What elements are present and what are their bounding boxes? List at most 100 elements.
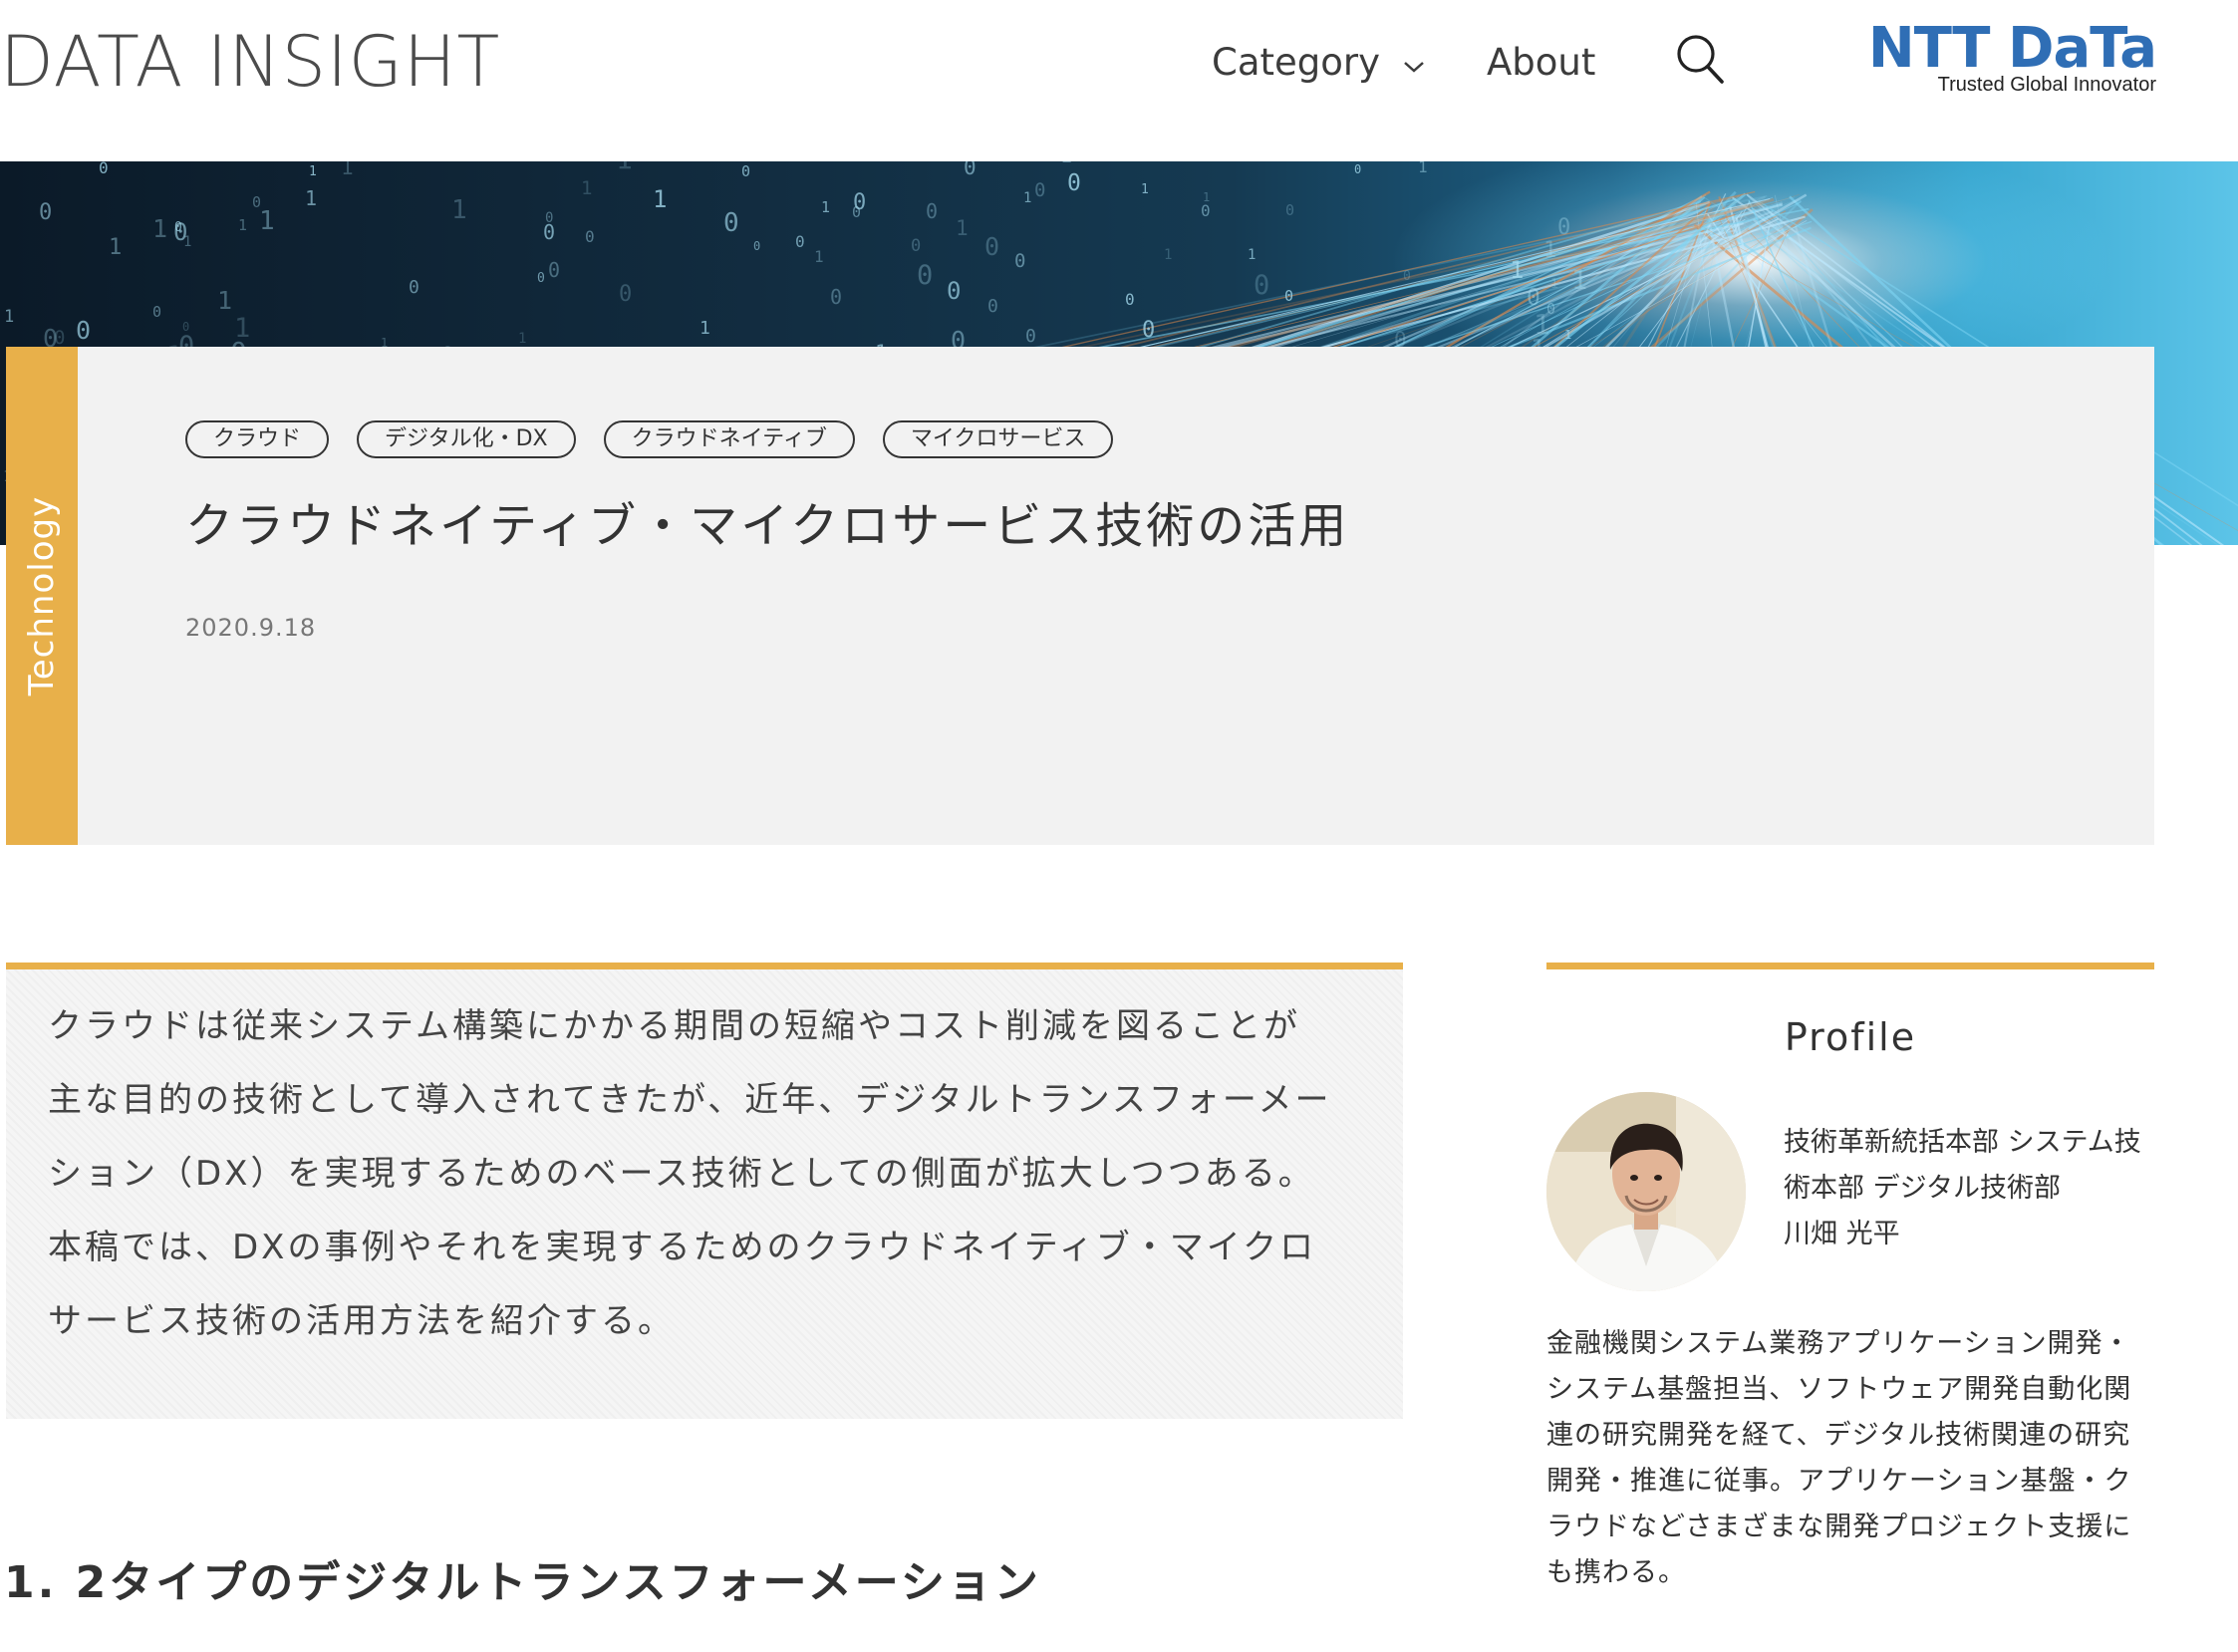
svg-text:0: 0 [99,161,109,177]
svg-text:1: 1 [518,331,526,347]
lead-line: クラウドは従来システム構築にかかる期間の短縮やコスト削減を図ることが [48,1006,1300,1046]
svg-text:1: 1 [956,216,969,240]
svg-text:0: 0 [1284,287,1293,305]
svg-text:0: 0 [152,303,161,321]
svg-text:1: 1 [1564,328,1571,342]
article-title: クラウドネイティブ・マイクロサービス技術の活用 [185,498,1350,554]
svg-text:0: 0 [947,277,961,305]
svg-text:0: 0 [1557,215,1570,240]
svg-text:0: 0 [1285,201,1294,219]
svg-text:0: 0 [987,296,998,317]
affiliation-line: 術本部 デジタル技術部 [1784,1173,2062,1204]
affiliation-line: 技術革新統括本部 システム技 [1784,1127,2141,1158]
svg-text:0: 0 [409,277,420,298]
svg-text:0: 0 [830,285,842,309]
svg-text:0: 0 [537,271,545,286]
bio-line: 開発・推進に従事。アプリケーション基盤・ク [1546,1466,2132,1497]
svg-text:0: 0 [853,190,866,215]
svg-text:0: 0 [1254,270,1269,301]
svg-text:0: 0 [76,316,91,345]
svg-text:0: 0 [1025,326,1036,347]
article-title-card: Technology クラウド デジタル化・DX クラウドネイティブ マイクロサ… [6,347,2154,845]
svg-text:0: 0 [1201,201,1211,220]
page: DATA INSIGHT Category About NTT DaTa Tru… [0,0,2238,1652]
section-heading: 1. 2タイプのデジタルトランスフォーメーション [4,1557,1041,1608]
svg-text:1: 1 [1023,190,1031,206]
svg-text:0: 0 [1142,318,1155,343]
svg-text:1: 1 [1571,265,1587,296]
svg-text:0: 0 [619,282,632,307]
tag-cloud[interactable]: クラウド [185,420,330,458]
svg-text:0: 0 [926,199,938,223]
svg-text:1: 1 [1418,161,1428,176]
svg-text:1: 1 [653,185,667,213]
svg-text:0: 0 [1067,170,1081,196]
svg-text:0: 0 [54,327,65,349]
svg-text:1: 1 [1543,238,1556,263]
tag-microservices[interactable]: マイクロサービス [882,420,1114,458]
svg-text:1: 1 [4,307,14,327]
svg-text:0: 0 [741,162,750,180]
search-icon[interactable] [1674,30,1726,86]
svg-text:0: 0 [964,161,977,179]
svg-text:1: 1 [238,216,247,234]
svg-text:1: 1 [217,286,232,315]
lead-line: サービス技術の活用方法を紹介する。 [48,1301,675,1341]
svg-text:0: 0 [1354,162,1361,176]
svg-text:0: 0 [984,232,999,261]
profile-affiliation: 技術革新統括本部 システム技 術本部 デジタル技術部 川畑 光平 [1784,1120,2162,1257]
lead-line: 本稿では、DXの事例やそれを実現するためのクラウドネイティブ・マイクロ [48,1228,1317,1267]
svg-text:0: 0 [548,258,560,282]
nav-about-link[interactable]: About [1487,34,1595,90]
category-sidebar: Technology [6,347,78,845]
svg-text:0: 0 [585,227,595,246]
svg-text:0: 0 [543,220,555,244]
publish-date: 2020.9.18 [185,614,317,642]
article-lead: クラウドは従来システム構築にかかる期間の短縮やコスト削減を図ることが 主な目的の… [6,963,1403,1419]
author-name: 川畑 光平 [1784,1219,1900,1249]
svg-text:0: 0 [723,208,739,238]
profile-bio: 金融機関システム業務アプリケーション開発・ システム基盤担当、ソフトウェア開発自… [1546,1321,2154,1596]
svg-text:0: 0 [911,236,921,256]
svg-text:1: 1 [305,186,317,210]
category-label[interactable]: Technology [22,496,62,695]
svg-text:0: 0 [753,239,760,253]
svg-text:1: 1 [1060,161,1072,167]
svg-text:1: 1 [1550,277,1558,292]
svg-text:0: 0 [917,260,933,291]
logo-wordmark: NTT DaTa [1867,16,2157,81]
svg-text:1: 1 [341,161,354,179]
svg-text:0: 0 [1403,269,1411,284]
profile-heading: Profile [1784,1015,1917,1059]
ntt-data-logo[interactable]: NTT DaTa Trusted Global Innovator [1868,18,2157,108]
svg-text:0: 0 [39,200,52,225]
site-brand-logo[interactable]: DATA INSIGHT [0,22,500,102]
svg-text:0: 0 [1014,250,1025,272]
svg-text:0: 0 [1546,300,1555,318]
svg-text:1: 1 [616,161,633,175]
svg-text:1: 1 [259,206,275,236]
svg-text:1: 1 [451,195,467,225]
svg-text:0: 0 [1125,290,1135,309]
tag-list: クラウド デジタル化・DX クラウドネイティブ マイクロサービス [185,420,1114,458]
nav-category-label: Category [1212,40,1381,84]
bio-line: も携わる。 [1546,1557,1686,1588]
tag-digital-dx[interactable]: デジタル化・DX [357,420,576,458]
site-header: DATA INSIGHT Category About NTT DaTa Tru… [0,0,2238,161]
svg-text:1: 1 [821,198,830,216]
lead-line: 主な目的の技術として導入されてきたが、近年、デジタルトランスフォーメー [48,1080,1332,1120]
svg-text:1: 1 [109,235,122,260]
svg-text:1: 1 [1141,182,1149,197]
avatar [1546,1092,1746,1291]
svg-text:1: 1 [1248,247,1256,263]
svg-text:1: 1 [814,247,824,266]
logo-tagline: Trusted Global Innovator [1937,74,2156,96]
svg-text:1: 1 [234,313,250,344]
author-profile: Profile 技術革新統括本部 システム技 術本部 デジタル技術部 川畑 光平 [1546,963,2154,1588]
tag-cloud-native[interactable]: クラウドネイティブ [603,420,855,458]
svg-text:1: 1 [1510,256,1524,284]
bio-line: 金融機関システム業務アプリケーション開発・ [1546,1328,2131,1359]
svg-text:0: 0 [1034,179,1045,201]
nav-category-menu[interactable]: Category [1212,34,1426,90]
lead-line: ション（DX）を実現するためのベース技術としての側面が拡大しつつある。 [48,1154,1315,1194]
